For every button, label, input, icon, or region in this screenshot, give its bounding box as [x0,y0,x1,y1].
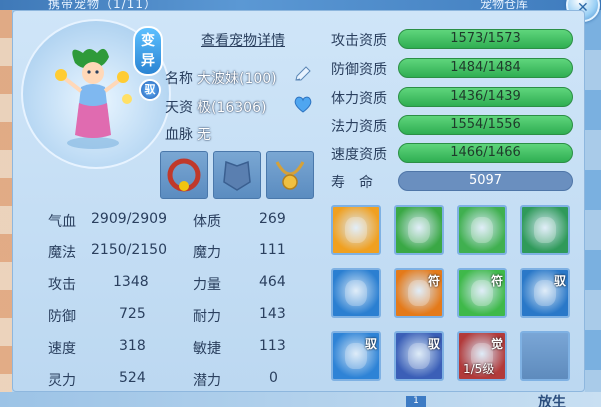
apt-bar-stamina: 1436/1439 [398,87,573,107]
collar-icon [167,158,201,192]
bottom-strip [0,392,601,407]
pet-avatar-icon [55,48,132,149]
right-edge-strip [585,10,601,407]
apt-label-attack: 攻击资质 [331,33,387,49]
skill-slot-6[interactable]: 符 [394,268,444,318]
stat-label-agility: 敏捷 [193,341,221,357]
apt-bar-mana: 1554/1556 [398,115,573,135]
strength-skill-icon [408,217,430,243]
stat-value-strength: 464 [259,274,286,290]
pet-bloodline-value: 无 [197,127,211,143]
water-ride-skill-icon [534,280,556,306]
amulet-icon [275,161,305,190]
stat-label-speed: 速度 [48,341,76,357]
skill-tag: 驭 [427,337,440,351]
apt-label-stamina: 体力资质 [331,91,387,107]
stat-value-magic: 111 [259,242,286,258]
skill-tag: 觉 [490,337,503,351]
shield-ride-skill-icon [345,343,367,369]
stat-label-spirit: 灵力 [48,373,76,389]
skill-slot-12[interactable] [520,331,570,381]
apt-bar-speed: 1466/1466 [398,143,573,163]
pet-name-value: 大波妹(100) [197,71,277,87]
skill-slot-5[interactable] [331,268,381,318]
pet-info-panel: 变异 驭 查看宠物详情 名称大波妹(100) 天资极(16306) 血脉无 [12,10,585,392]
skill-slot-2[interactable] [394,205,444,255]
skill-tag: 符 [427,274,440,288]
wing-ride-skill-icon [408,343,430,369]
stat-label-endurance: 耐力 [193,309,221,325]
stat-label-potential: 潜力 [193,373,221,389]
stat-label-defense: 防御 [48,309,76,325]
pet-talent-value: 极(16306) [197,100,267,116]
stat-value-attack: 1348 [113,274,149,290]
sword-skill-icon [345,217,367,243]
stat-value-potential: 0 [269,370,278,386]
stat-label-magic: 魔力 [193,245,221,261]
stat-value-constitution: 269 [259,211,286,227]
stat-value-agility: 113 [259,338,286,354]
stat-value-spirit: 524 [119,370,146,386]
ride-badge: 驭 [139,79,161,101]
pet-list-strip[interactable] [0,10,12,407]
rush-skill-icon [471,217,493,243]
skill-slot-7[interactable]: 符 [457,268,507,318]
release-button[interactable]: 放生 [538,392,566,407]
skill-slot-9[interactable]: 驭 [331,331,381,381]
skill-level: 1/5级 [463,362,495,376]
skill-slot-4[interactable] [520,205,570,255]
heart-rune-skill-icon [471,280,493,306]
pet-talent-label: 天资 [165,100,193,116]
pet-talent-row: 天资 极(16306) [165,97,266,117]
equip-slot-collar[interactable] [160,151,208,199]
skill-slot-11[interactable]: 觉 1/5级 [457,331,507,381]
page-badge: 1 [406,396,426,407]
stat-value-defense: 725 [119,306,146,322]
stat-label-attack: 攻击 [48,277,76,293]
pet-bloodline-label: 血脉 [165,127,193,143]
pet-name-label: 名称 [165,71,193,87]
stat-label-constitution: 体质 [193,214,221,230]
skill-tag: 驭 [553,274,566,288]
variant-badge: 变异 [133,26,163,76]
equip-slot-amulet[interactable] [266,151,314,199]
armor-icon [223,160,251,191]
equip-slot-armor[interactable] [213,151,261,199]
life-label: 寿 命 [331,175,373,191]
skill-tag: 符 [490,274,503,288]
pet-bloodline-row: 血脉无 [165,124,211,144]
skill-slot-3[interactable] [457,205,507,255]
stat-value-hp: 2909/2909 [91,211,167,227]
apt-bar-attack: 1573/1573 [398,29,573,49]
shadow-skill-icon [534,217,556,243]
stat-value-endurance: 143 [259,306,286,322]
skill-slot-1[interactable] [331,205,381,255]
apt-bar-defense: 1484/1484 [398,58,573,78]
apt-label-mana: 法力资质 [331,119,387,135]
ice-skill-icon [345,280,367,306]
stat-label-mp: 魔法 [48,245,76,261]
edit-name-icon[interactable] [293,65,313,83]
skill-slot-8[interactable]: 驭 [520,268,570,318]
view-pet-detail-link[interactable]: 查看宠物详情 [201,30,285,50]
skill-tag: 驭 [364,337,377,351]
apt-label-defense: 防御资质 [331,62,387,78]
pet-portrait: 变异 驭 [21,19,171,169]
skill-slot-10[interactable]: 驭 [394,331,444,381]
fire-rune-skill-icon [408,280,430,306]
stat-label-strength: 力量 [193,277,221,293]
apt-label-speed: 速度资质 [331,147,387,163]
top-bar: 携带宠物（1/11） 宠物仓库 [0,0,601,11]
stat-value-speed: 318 [119,338,146,354]
stat-value-mp: 2150/2150 [91,242,167,258]
pet-name-row: 名称 大波妹(100) [165,68,277,88]
stat-label-hp: 气血 [48,214,76,230]
life-bar: 5097 [398,171,573,191]
heart-icon[interactable] [293,96,313,114]
